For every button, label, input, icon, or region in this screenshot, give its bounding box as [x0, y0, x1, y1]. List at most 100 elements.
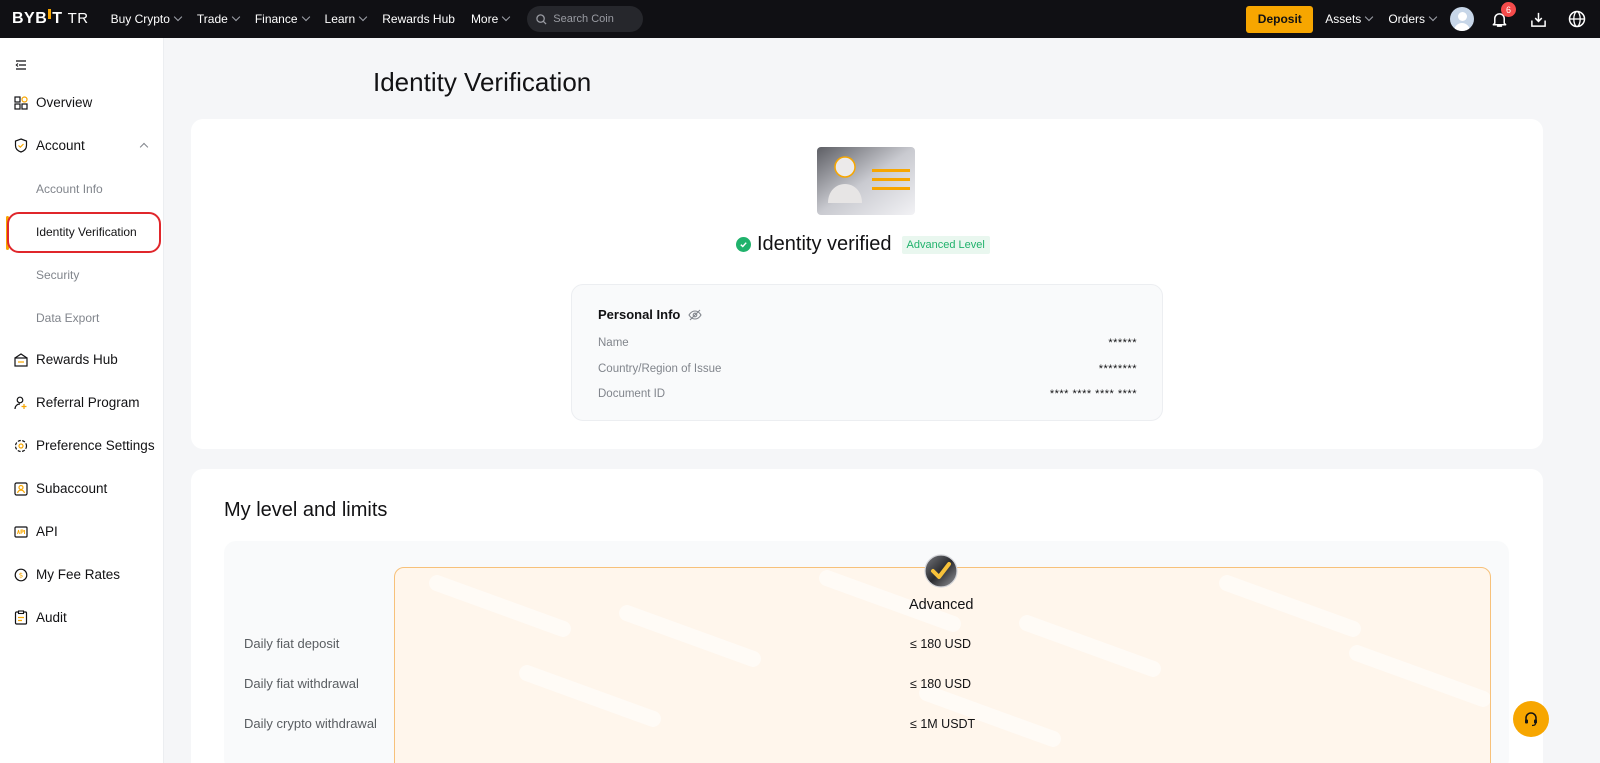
nav-assets[interactable]: Assets: [1325, 12, 1374, 26]
sidebar-item-label: Referral Program: [36, 395, 140, 410]
collapse-menu-icon[interactable]: [15, 59, 27, 71]
logo-bar: [48, 9, 52, 19]
limit-label: Daily fiat withdrawal: [244, 676, 359, 691]
coin-icon: $: [14, 568, 28, 581]
chevron-up-icon[interactable]: [139, 142, 149, 152]
nav-label: More: [470, 12, 499, 26]
chevron-down-icon: [1428, 12, 1438, 22]
decor-streak: [516, 662, 664, 730]
decor-streak: [616, 602, 764, 670]
nav-label: Assets: [1325, 12, 1362, 26]
sidebar-item-label: Preference Settings: [36, 438, 155, 453]
sidebar-subitem-account-info[interactable]: Account Info: [36, 182, 103, 196]
globe-icon: [1568, 10, 1586, 28]
personal-info-panel: Personal Info Name ****** Country/Region…: [571, 284, 1163, 421]
notifications-button[interactable]: 6: [1488, 2, 1516, 30]
clipboard-icon: [14, 610, 28, 625]
chevron-down-icon: [1365, 12, 1374, 22]
verification-status: Identity verified Advanced Level: [736, 233, 990, 256]
gear-icon: [14, 439, 28, 452]
nav-orders[interactable]: Orders: [1388, 12, 1438, 26]
level-limits-card: My level and limits: [191, 469, 1543, 763]
nav-rewards-hub[interactable]: Rewards Hub: [382, 12, 455, 26]
info-label: Name: [598, 337, 629, 349]
api-icon: [14, 525, 28, 538]
info-label: Country/Region of Issue: [598, 363, 722, 375]
search-input[interactable]: [553, 13, 638, 25]
sidebar-item-referral-program[interactable]: Referral Program: [14, 395, 140, 410]
chevron-down-icon: [502, 12, 511, 22]
logo-text-end: T: [52, 10, 63, 27]
bybit-logo[interactable]: BYB T TR: [12, 9, 89, 28]
chevron-down-icon: [358, 12, 368, 22]
limit-value: ≤ 1M USDT: [910, 717, 976, 731]
notification-badge: 6: [1501, 2, 1516, 17]
sidebar-item-rewards-hub[interactable]: Rewards Hub: [14, 352, 118, 367]
sidebar-item-preference-settings[interactable]: Preference Settings: [14, 438, 155, 453]
sidebar-subitem-security[interactable]: Security: [36, 268, 79, 282]
verification-status-card: Identity verified Advanced Level Persona…: [191, 119, 1543, 449]
user-plus-icon: [14, 396, 27, 409]
personal-info-row: Country/Region of Issue ********: [598, 363, 1137, 375]
sidebar-item-subaccount[interactable]: Subaccount: [14, 481, 107, 496]
chevron-down-icon: [231, 12, 241, 22]
grid-icon: [14, 95, 28, 110]
svg-text:$: $: [19, 571, 23, 579]
personal-info-title: Personal Info: [598, 307, 681, 322]
nav-label: Orders: [1388, 12, 1425, 26]
sidebar-item-account[interactable]: Account: [14, 138, 85, 153]
sidebar-item-label: Subaccount: [36, 481, 108, 496]
decor-streak: [1346, 642, 1490, 710]
info-label: Document ID: [598, 388, 666, 400]
shield-icon: [14, 138, 28, 153]
decor-streak: [1216, 572, 1364, 640]
check-circle-icon: [736, 237, 751, 252]
sidebar-item-label: Audit: [36, 610, 67, 625]
headset-icon: [1525, 712, 1537, 727]
sidebar: Overview Account Account Info Identity V…: [0, 38, 164, 763]
personal-info-header: Personal Info: [598, 307, 703, 322]
support-chat-button[interactable]: [1513, 701, 1549, 737]
limit-value: ≤ 180 USD: [910, 677, 972, 691]
nav-more[interactable]: More: [470, 12, 511, 26]
limit-label: Daily crypto withdrawal: [244, 716, 377, 731]
level-name: Advanced: [909, 597, 974, 613]
download-button[interactable]: [1527, 8, 1549, 30]
advanced-badge-icon: [924, 554, 958, 588]
nav-finance[interactable]: Finance: [254, 12, 310, 26]
sidebar-item-label: Overview: [36, 95, 93, 110]
decor-streak: [916, 682, 1064, 750]
nav-label: Finance: [254, 12, 298, 26]
sidebar-item-label: Rewards Hub: [36, 352, 118, 367]
sidebar-subitem-data-export[interactable]: Data Export: [36, 311, 99, 325]
chevron-down-icon: [173, 12, 183, 22]
sidebar-item-audit[interactable]: Audit: [14, 610, 67, 625]
sidebar-item-label: My Fee Rates: [36, 567, 121, 582]
personal-info-row: Document ID **** **** **** ****: [598, 388, 1137, 400]
avatar[interactable]: [1450, 7, 1474, 31]
eye-off-icon[interactable]: [688, 309, 703, 321]
search-icon: [536, 13, 547, 25]
sidebar-item-overview[interactable]: Overview: [14, 95, 92, 110]
sidebar-item-api[interactable]: API: [14, 524, 58, 539]
download-icon: [1530, 12, 1546, 27]
limit-value: ≤ 180 USD: [910, 637, 972, 651]
info-value: ********: [1098, 363, 1137, 375]
sidebar-item-label: API: [36, 524, 58, 539]
deposit-button[interactable]: Deposit: [1246, 5, 1314, 33]
nav-buy-crypto[interactable]: Buy Crypto: [111, 12, 183, 26]
sidebar-item-label: Account: [36, 138, 85, 153]
nav-label: Learn: [324, 12, 356, 26]
sidebar-item-my-fee-rates[interactable]: $ My Fee Rates: [14, 567, 120, 582]
section-title: My level and limits: [224, 499, 388, 521]
gift-icon: [14, 352, 28, 367]
user-square-icon: [14, 481, 28, 496]
topbar-right: Deposit Assets Orders 6: [1246, 0, 1600, 38]
nav-learn[interactable]: Learn: [324, 12, 368, 26]
language-button[interactable]: [1566, 8, 1588, 30]
limit-label: Daily fiat deposit: [244, 636, 340, 651]
top-navigation-bar: BYB T TR Buy Crypto Trade Finance Learn Re…: [0, 0, 1600, 38]
id-card-illustration-icon: [817, 147, 915, 215]
nav-trade[interactable]: Trade: [197, 12, 241, 26]
search-box[interactable]: [527, 6, 644, 32]
